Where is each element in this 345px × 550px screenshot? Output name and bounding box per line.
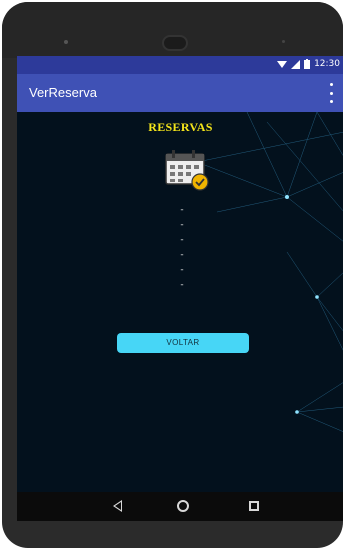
placeholder-line: - xyxy=(180,235,184,245)
back-button[interactable]: VOLTAR xyxy=(117,333,249,353)
sensor-dot xyxy=(282,40,285,43)
phone-top-bezel xyxy=(2,2,343,58)
recents-icon[interactable] xyxy=(249,501,259,511)
signal-icon xyxy=(291,59,301,69)
page-title: RESERVAS xyxy=(148,120,213,134)
phone-screen: 12:30 VerReserva RESERVAS - - - - - - VO… xyxy=(17,56,343,521)
navigation-bar xyxy=(17,492,343,521)
back-icon-inner xyxy=(115,502,121,510)
app-title: VerReserva xyxy=(29,85,97,100)
phone-frame: 12:30 VerReserva RESERVAS - - - - - - VO… xyxy=(2,2,343,548)
placeholder-line: - xyxy=(180,265,184,275)
app-bar: VerReserva xyxy=(17,74,343,112)
calendar-icon xyxy=(165,150,209,191)
battery-icon xyxy=(304,59,311,69)
front-camera xyxy=(162,35,188,51)
wifi-icon xyxy=(277,60,288,68)
placeholder-line: - xyxy=(180,250,184,260)
placeholder-line: - xyxy=(180,280,184,290)
status-time: 12:30 xyxy=(314,59,340,69)
home-icon[interactable] xyxy=(177,500,189,512)
overflow-menu-icon[interactable] xyxy=(326,83,336,103)
status-bar: 12:30 xyxy=(17,56,343,74)
placeholder-line: - xyxy=(180,205,184,215)
main-content: RESERVAS - - - - - - VOLTAR xyxy=(17,112,343,492)
status-icons: 12:30 xyxy=(277,59,340,69)
placeholder-line: - xyxy=(180,220,184,230)
sensor-dot xyxy=(64,40,68,44)
